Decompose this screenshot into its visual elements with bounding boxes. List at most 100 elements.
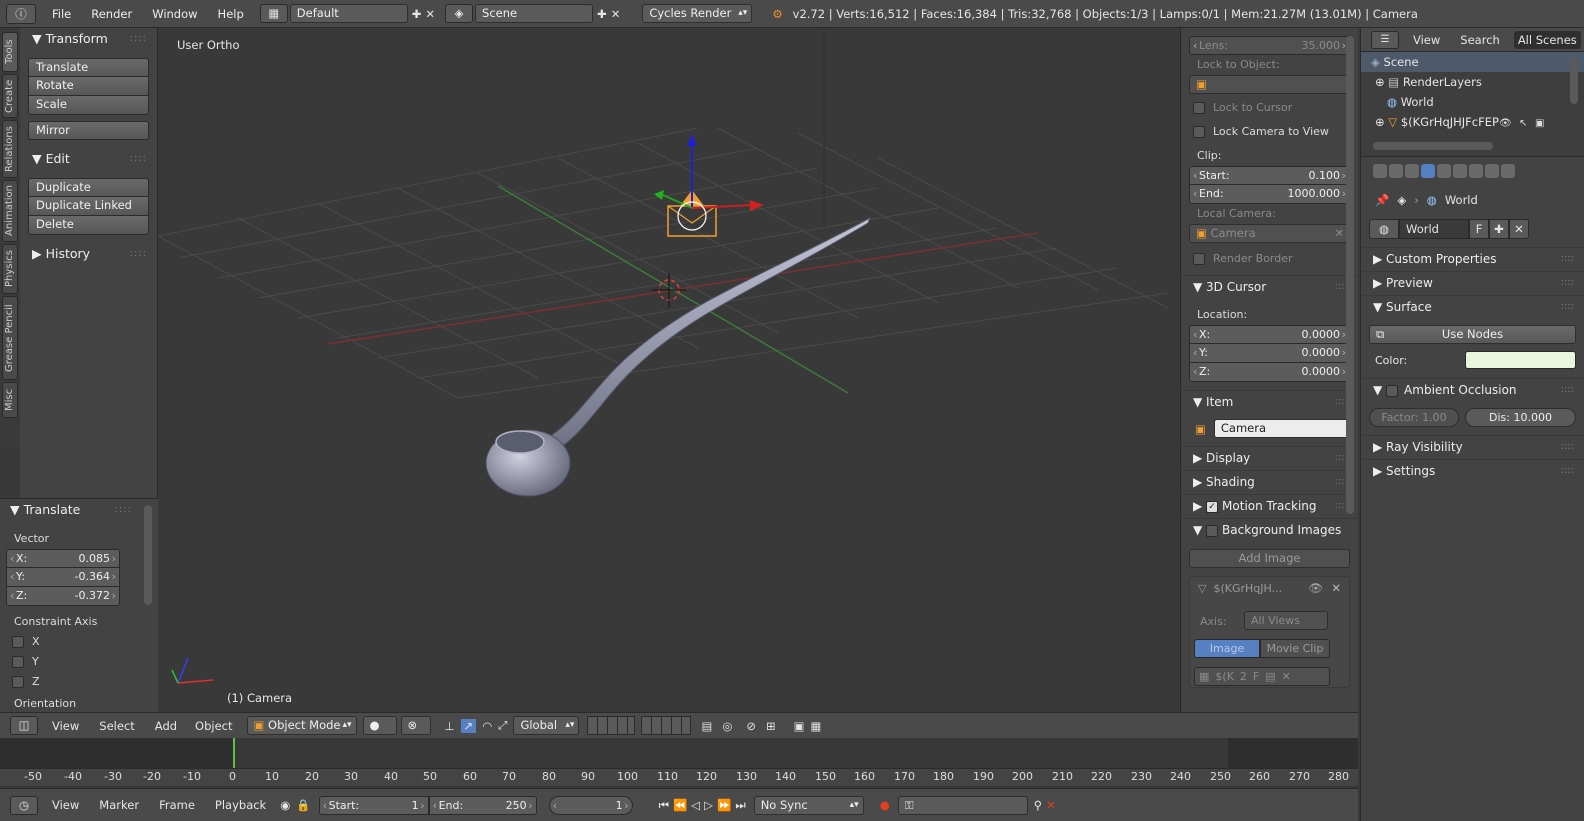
remove-scene-icon[interactable]: ✕ [611, 7, 621, 21]
translate-button[interactable]: Translate [28, 58, 149, 77]
edit-panel-header[interactable]: ▼ Edit:::: [20, 148, 157, 170]
world-color-swatch[interactable] [1465, 351, 1576, 369]
proportional-edit-icon[interactable]: ◎ [722, 719, 732, 733]
scene-tab-icon[interactable] [1405, 164, 1419, 178]
object-tab-icon[interactable] [1437, 164, 1451, 178]
keying-set-field[interactable]: ⚿ [897, 795, 1028, 815]
world-tab-icon[interactable] [1421, 164, 1435, 178]
shading-panel-header[interactable]: ▶ Shading:::: [1181, 470, 1358, 492]
outliner-item-scene[interactable]: ◈ Scene [1361, 52, 1584, 72]
manipulator-toggle-icon[interactable]: ⊥ [445, 719, 455, 733]
menu-render[interactable]: Render [91, 7, 132, 21]
render-border[interactable]: Render Border [1181, 249, 1358, 269]
menu-help[interactable]: Help [218, 7, 244, 21]
menu-object[interactable]: Object [195, 719, 232, 733]
scale-button[interactable]: Scale [28, 96, 149, 115]
lock-range-icon[interactable]: 🔒 [296, 798, 310, 812]
visibility-eye-icon[interactable]: 👁 [1499, 118, 1512, 129]
tab-grease-pencil[interactable]: Grease Pencil [2, 296, 18, 380]
item-panel-header[interactable]: ▼ Item:::: [1181, 390, 1358, 412]
open-image-icon[interactable]: ▤ [1265, 670, 1275, 683]
rotate-button[interactable]: Rotate [28, 77, 149, 96]
layer-buttons[interactable] [587, 716, 636, 735]
current-frame-field[interactable]: 1 [548, 795, 633, 815]
tab-image[interactable]: Image [1194, 639, 1260, 658]
new-world-button[interactable]: ✚ [1489, 219, 1509, 239]
constraint-y[interactable]: Y [0, 652, 158, 672]
axis-select[interactable]: All Views [1244, 611, 1328, 630]
end-frame-field[interactable]: End:250 [428, 795, 537, 815]
render-preview-icon[interactable]: ▣ [794, 719, 805, 733]
eye-icon[interactable]: 👁 [1308, 581, 1323, 595]
pin-icon[interactable]: 📌 [1375, 185, 1389, 215]
outliner-item-world[interactable]: ◍ World [1361, 92, 1584, 112]
translate-manipulator-icon[interactable]: ↗ [460, 718, 477, 733]
current-frame-line[interactable] [233, 738, 235, 770]
lock-to-cursor[interactable]: Lock to Cursor [1181, 98, 1358, 118]
add-scene-icon[interactable]: ✚ [597, 7, 607, 21]
checkbox[interactable] [12, 636, 24, 648]
delete-keyframe-icon[interactable]: ✕ [1046, 798, 1056, 812]
lock-camera-to-view[interactable]: Lock Camera to View [1181, 122, 1358, 142]
surface-header[interactable]: ▼ Surface:::: [1361, 295, 1584, 317]
outliner-menu-view[interactable]: View [1413, 33, 1440, 47]
ray-visibility-header[interactable]: ▶ Ray Visibility:::: [1361, 435, 1584, 457]
tab-misc[interactable]: Misc [2, 382, 18, 418]
local-camera-field[interactable]: ▣ Camera ✕ [1189, 224, 1350, 243]
tab-tools[interactable]: Tools [2, 32, 18, 72]
outliner-editor-icon[interactable]: ☰ [1371, 30, 1399, 49]
clip-start-field[interactable]: Start:0.100 [1189, 166, 1350, 185]
preview-range-icon[interactable]: ◉ [280, 798, 290, 812]
tab-animation[interactable]: Animation [2, 180, 18, 242]
constraint-z[interactable]: Z [0, 672, 158, 692]
motion-tracking-panel-header[interactable]: ▶ ✓ Motion Tracking:::: [1181, 494, 1358, 516]
lock-object-field[interactable]: ▣ [1189, 75, 1350, 94]
operator-scrollbar[interactable] [144, 505, 152, 605]
viewport-canvas[interactable] [158, 28, 1180, 712]
operator-title[interactable]: ▼ Translate:::: [0, 499, 158, 521]
scale-manipulator-icon[interactable]: ⤢ [498, 718, 507, 733]
layers-tab-icon[interactable] [1389, 164, 1403, 178]
texture-tab-icon[interactable] [1485, 164, 1499, 178]
play-reverse-icon[interactable]: ◁ [691, 798, 700, 812]
transform-panel-header[interactable]: ▼ Transform:::: [20, 28, 157, 50]
sidebar-scrollbar[interactable] [1346, 36, 1354, 514]
outliner-item-renderlayers[interactable]: ⊕ ▤ RenderLayers [1361, 72, 1584, 92]
fake-user-button[interactable]: F [1469, 219, 1489, 239]
ambient-occlusion-header[interactable]: ▼ Ambient Occlusion:::: [1361, 378, 1584, 400]
clip-end-field[interactable]: End:1000.000 [1189, 185, 1350, 204]
data-tab-icon[interactable] [1469, 164, 1483, 178]
jump-start-icon[interactable]: ⏮ [659, 798, 669, 813]
play-icon[interactable]: ▷ [704, 798, 713, 812]
render-camera-icon[interactable]: ▣ [1535, 118, 1544, 129]
timeline-ruler[interactable]: -50 -40 -30 -20 -10 0 10 20 30 40 50 60 … [0, 768, 1358, 786]
checkbox[interactable] [12, 676, 24, 688]
render-animation-icon[interactable]: ▦ [811, 719, 822, 733]
layout-selector[interactable]: Default [289, 4, 408, 23]
menu-file[interactable]: File [52, 7, 71, 21]
add-image-button[interactable]: Add Image [1189, 549, 1350, 568]
next-keyframe-icon[interactable]: ⏩ [717, 798, 731, 812]
timeline-menu-marker[interactable]: Marker [99, 798, 139, 812]
vector-x-field[interactable]: X:0.085 [6, 549, 120, 568]
settings-header[interactable]: ▶ Settings:::: [1361, 459, 1584, 481]
outliner-menu-search[interactable]: Search [1460, 33, 1500, 47]
menu-select[interactable]: Select [99, 719, 134, 733]
snap-toggle-icon[interactable]: ⊘ [746, 719, 756, 733]
timeline-area[interactable]: -50 -40 -30 -20 -10 0 10 20 30 40 50 60 … [0, 738, 1358, 788]
3d-viewport[interactable]: User Ortho (1) Camera [158, 28, 1180, 712]
prev-keyframe-icon[interactable]: ⏪ [673, 798, 687, 812]
lens-field[interactable]: Lens:35.000 [1189, 36, 1350, 55]
rotate-manipulator-icon[interactable]: ◠ [482, 719, 492, 733]
menu-window[interactable]: Window [152, 7, 197, 21]
ao-distance-field[interactable]: Dis: 10.000 [1465, 408, 1576, 427]
jump-end-icon[interactable]: ⏭ [735, 798, 745, 813]
display-panel-header[interactable]: ▶ Display:::: [1181, 446, 1358, 468]
menu-add[interactable]: Add [155, 719, 177, 733]
tab-relations[interactable]: Relations [2, 120, 18, 178]
outliner-item-mesh[interactable]: ⊕ ▽ $(KGrHqJHJFcFEP [1361, 112, 1501, 132]
world-name-field[interactable]: World [1399, 219, 1469, 239]
scene-selector[interactable]: Scene [475, 4, 594, 23]
tab-create[interactable]: Create [2, 74, 18, 118]
duplicate-linked-button[interactable]: Duplicate Linked [28, 197, 149, 216]
